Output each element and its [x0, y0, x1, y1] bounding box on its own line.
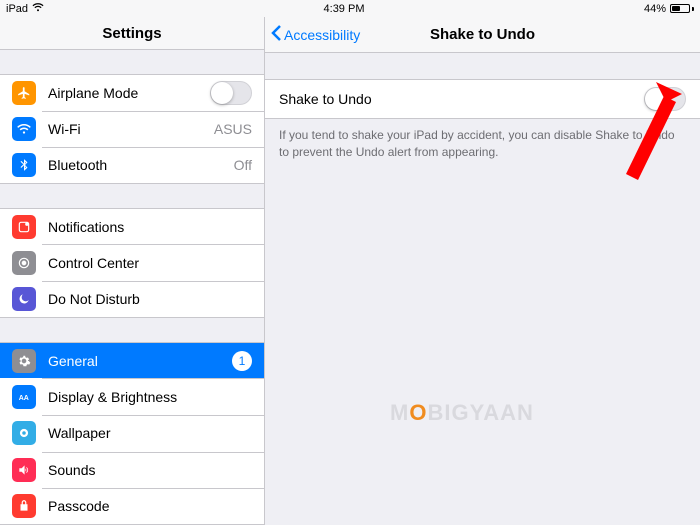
watermark: MOBIGYAAN — [390, 400, 534, 426]
sidebar-item-display[interactable]: AA Display & Brightness — [0, 378, 264, 415]
moon-icon — [12, 287, 36, 311]
row-label: Bluetooth — [48, 157, 222, 173]
settings-sidebar: Settings Airplane Mode Wi-Fi ASUS Blueto… — [0, 17, 265, 525]
battery-percent: 44% — [644, 3, 666, 15]
sidebar-item-dnd[interactable]: Do Not Disturb — [0, 281, 264, 318]
sidebar-item-airplane[interactable]: Airplane Mode — [0, 74, 264, 111]
chevron-left-icon — [271, 24, 282, 45]
sidebar-item-bluetooth[interactable]: Bluetooth Off — [0, 147, 264, 184]
wifi-icon — [32, 3, 44, 15]
detail-row-label: Shake to Undo — [279, 91, 372, 107]
shake-to-undo-row: Shake to Undo — [265, 79, 700, 119]
sidebar-item-wifi[interactable]: Wi-Fi ASUS — [0, 111, 264, 148]
row-label: Wi-Fi — [48, 121, 202, 137]
gear-icon — [12, 349, 36, 373]
sidebar-item-sounds[interactable]: Sounds — [0, 452, 264, 489]
wallpaper-icon — [12, 421, 36, 445]
passcode-icon — [12, 494, 36, 518]
row-label: Airplane Mode — [48, 85, 198, 101]
row-label: Do Not Disturb — [48, 291, 252, 307]
sidebar-title: Settings — [0, 17, 264, 50]
wifi-icon — [12, 117, 36, 141]
back-label: Accessibility — [284, 27, 360, 43]
notifications-icon — [12, 215, 36, 239]
row-label: Control Center — [48, 255, 252, 271]
row-value: Off — [234, 157, 252, 173]
sidebar-item-control-center[interactable]: Control Center — [0, 244, 264, 281]
control-center-icon — [12, 251, 36, 275]
device-label: iPad — [6, 3, 28, 15]
row-value: ASUS — [214, 121, 252, 137]
detail-title: Shake to Undo — [430, 26, 535, 43]
sidebar-item-general[interactable]: General 1 — [0, 342, 264, 379]
battery-icon — [670, 4, 694, 13]
row-label: General — [48, 353, 220, 369]
shake-to-undo-toggle[interactable] — [644, 87, 686, 111]
row-label: Passcode — [48, 498, 252, 514]
row-label: Wallpaper — [48, 425, 252, 441]
row-label: Sounds — [48, 462, 252, 478]
svg-text:AA: AA — [19, 395, 29, 402]
helper-text: If you tend to shake your iPad by accide… — [265, 119, 700, 169]
airplane-icon — [12, 81, 36, 105]
bluetooth-icon — [12, 153, 36, 177]
sounds-icon — [12, 458, 36, 482]
sidebar-item-notifications[interactable]: Notifications — [0, 208, 264, 245]
airplane-toggle[interactable] — [210, 81, 252, 105]
sidebar-item-wallpaper[interactable]: Wallpaper — [0, 415, 264, 452]
back-button[interactable]: Accessibility — [271, 24, 360, 45]
clock: 4:39 PM — [324, 3, 365, 15]
row-label: Display & Brightness — [48, 389, 252, 405]
status-bar: iPad 4:39 PM 44% — [0, 0, 700, 17]
detail-pane: Accessibility Shake to Undo Shake to Und… — [265, 17, 700, 525]
sidebar-item-passcode[interactable]: Passcode — [0, 488, 264, 525]
row-label: Notifications — [48, 219, 252, 235]
display-icon: AA — [12, 385, 36, 409]
badge-count: 1 — [232, 351, 252, 371]
